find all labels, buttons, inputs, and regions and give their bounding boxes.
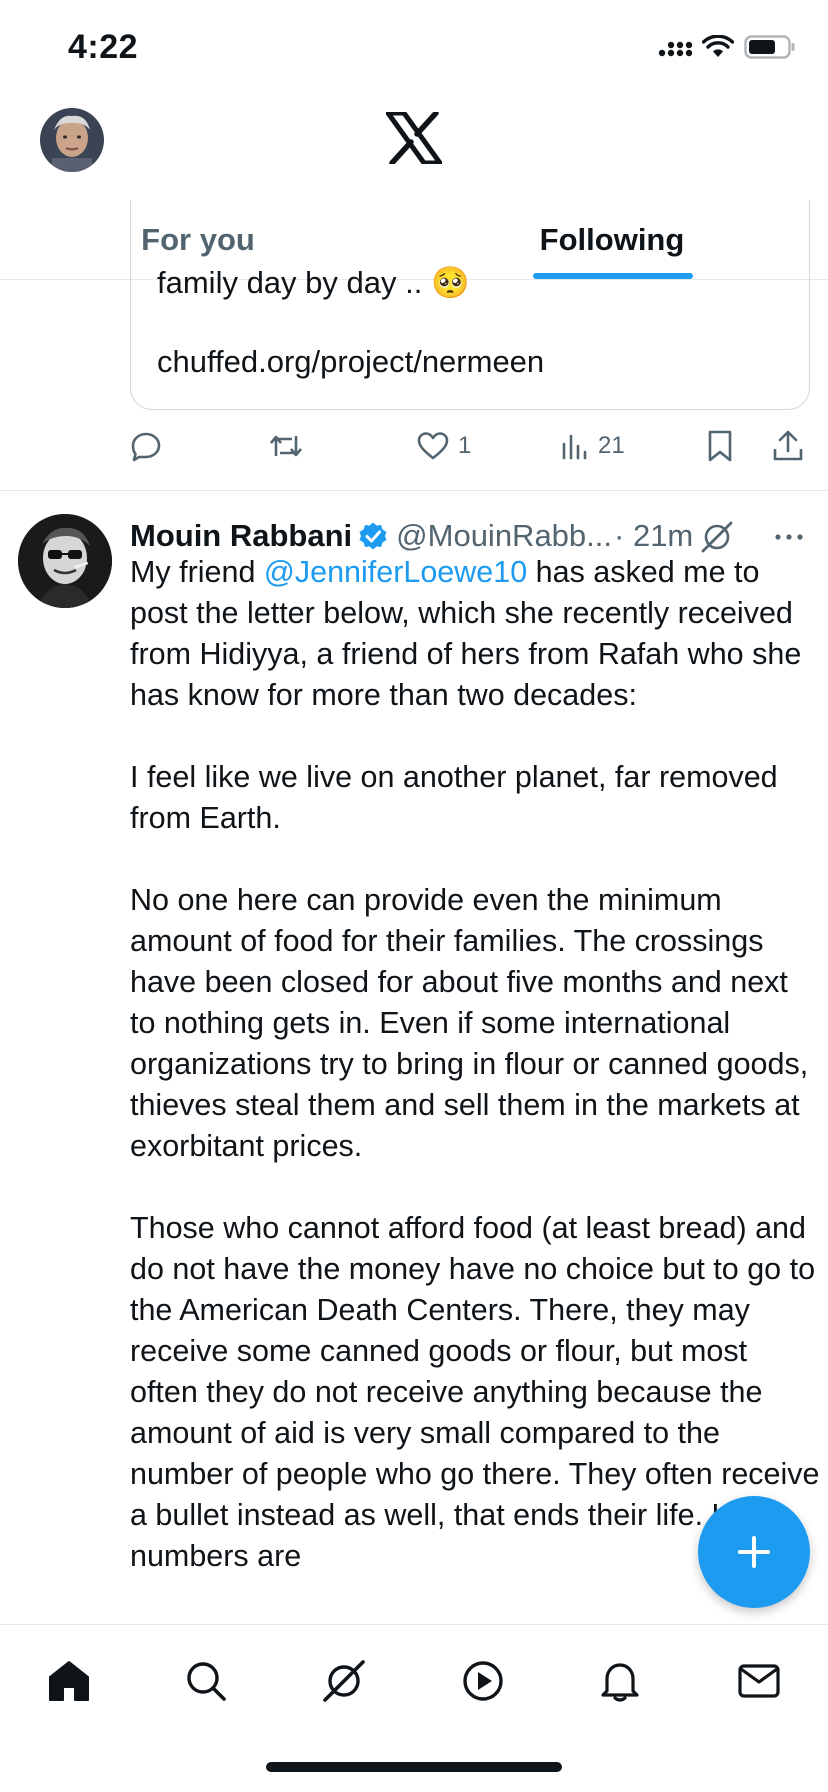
tweet-paragraph: No one here can provide even the minimum… — [130, 883, 809, 1163]
grok-icon[interactable] — [700, 520, 734, 554]
verified-badge-icon — [359, 522, 387, 550]
card-link-text: chuffed.org/project/nermeen — [157, 344, 545, 379]
status-icons — [658, 34, 796, 60]
mention-link[interactable]: @JenniferLoewe10 — [264, 555, 527, 589]
more-options-icon[interactable] — [772, 520, 806, 554]
profile-avatar[interactable] — [40, 108, 104, 172]
repost-icon — [270, 435, 302, 457]
bell-icon — [601, 1663, 639, 1702]
author-handle[interactable]: @MouinRabb... — [396, 518, 612, 554]
status-bar: 4:22 — [0, 0, 828, 96]
nav-video[interactable] — [455, 1653, 511, 1709]
nav-messages[interactable] — [731, 1653, 787, 1709]
like-count: 1 — [458, 432, 472, 459]
battery-icon — [744, 35, 795, 59]
tweet-paragraph: My friend @JenniferLoewe10 has asked me … — [130, 555, 802, 712]
search-icon — [187, 1662, 226, 1701]
author-avatar[interactable] — [18, 514, 112, 608]
nav-notifications[interactable] — [592, 1653, 648, 1709]
analytics-icon — [562, 434, 587, 460]
author-name[interactable]: Mouin Rabbani — [130, 518, 352, 554]
nav-home[interactable] — [41, 1653, 97, 1709]
reply-icon — [131, 432, 161, 462]
wifi-icon — [702, 35, 734, 57]
bookmark-button[interactable] — [706, 424, 734, 468]
bookmark-icon — [708, 430, 732, 462]
share-icon — [773, 430, 803, 461]
nav-grok[interactable] — [316, 1653, 372, 1709]
repost-button[interactable] — [268, 424, 304, 468]
heart-icon — [417, 432, 449, 460]
tweet-timestamp: · 21m — [614, 518, 694, 553]
play-icon — [463, 1661, 503, 1701]
card-text: family day by day .. 🥺 — [157, 265, 470, 300]
share-button[interactable] — [772, 424, 804, 468]
x-logo-icon[interactable] — [385, 110, 443, 166]
home-indicator[interactable] — [266, 1762, 562, 1772]
tweet-actions: 1 21 — [130, 424, 810, 468]
link-card[interactable]: family day by day .. 🥺 chuffed.org/proje… — [130, 200, 810, 410]
nav-search[interactable] — [178, 1653, 234, 1709]
compose-button[interactable] — [698, 1496, 810, 1608]
views-button[interactable]: 21 — [560, 424, 625, 468]
tweet-text: My friend @JenniferLoewe10 has asked me … — [130, 552, 820, 1618]
grok-icon — [323, 1660, 365, 1702]
view-count: 21 — [598, 432, 625, 459]
plus-icon — [738, 1536, 770, 1568]
tweet-divider — [0, 490, 828, 491]
reply-button[interactable] — [130, 424, 162, 468]
signal-icon — [658, 41, 692, 57]
mail-icon — [738, 1664, 780, 1698]
like-button[interactable]: 1 — [416, 424, 471, 468]
tweet-paragraph: I feel like we live on another planet, f… — [130, 760, 778, 835]
home-icon — [49, 1661, 89, 1701]
status-time: 4:22 — [68, 28, 139, 66]
